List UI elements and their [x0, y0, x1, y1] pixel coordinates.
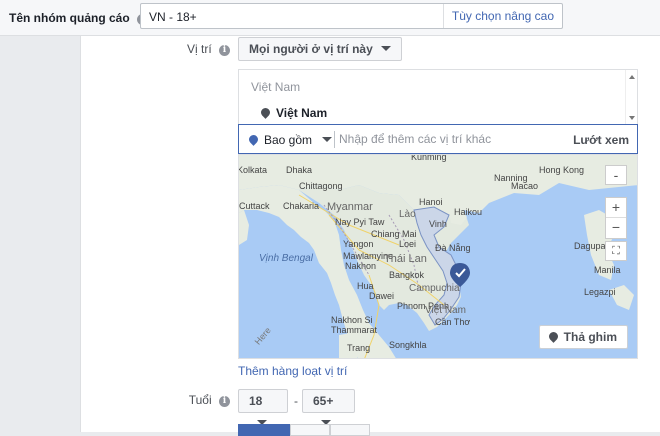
map-label: Dawei	[369, 291, 395, 301]
map-label: Cần Thơ	[435, 317, 471, 327]
drop-pin-label: Thả ghim	[563, 330, 617, 344]
map-label: Thái Lan	[384, 253, 427, 265]
map-label: Hanoi	[419, 197, 443, 207]
location-pin-icon	[247, 133, 260, 146]
map-label: Nakhon	[345, 261, 377, 271]
list-scrollbar[interactable]	[625, 70, 637, 125]
map-label: Vinh	[429, 219, 447, 229]
adset-name-label-text: Tên nhóm quảng cáo	[9, 11, 130, 25]
include-label: Bao gồm	[264, 133, 313, 147]
age-max-dropdown[interactable]: 65+	[302, 389, 355, 425]
age-label-text: Tuổi	[188, 393, 212, 407]
map-label: Việt Nam	[425, 305, 466, 316]
map-label: Myanmar	[327, 201, 373, 213]
zoom-in-button[interactable]: +	[606, 198, 626, 218]
selected-locations-list: Việt Nam Việt Nam	[238, 69, 638, 125]
age-label: Tuổi i	[150, 393, 230, 407]
gender-option-female[interactable]	[330, 424, 370, 436]
gender-option-all[interactable]	[238, 424, 290, 436]
map-label: Manila	[594, 265, 621, 275]
left-gutter	[0, 36, 80, 432]
map-label: Vịnh Bengal	[259, 253, 313, 264]
map-label: Yangon	[343, 239, 374, 249]
fit-bounds-icon[interactable]: ⛶	[605, 241, 627, 261]
location-pin-icon	[546, 330, 560, 343]
divider	[334, 131, 335, 148]
zoom-out-button[interactable]: −	[606, 218, 626, 238]
chevron-down-icon	[322, 137, 333, 142]
selected-location-item[interactable]: Việt Nam	[259, 106, 328, 120]
location-search-row: Bao gồm Lướt xem	[238, 124, 638, 154]
location-pin-icon	[259, 106, 272, 119]
map-label: Campuchia	[409, 283, 460, 294]
location-map[interactable]: Kunming Kolkata Dhaka Chittagong Cuttack…	[238, 154, 638, 359]
map-label: Legazpi	[584, 287, 616, 297]
drop-pin-button[interactable]: Thả ghim	[538, 325, 628, 349]
map-label: Haikou	[454, 207, 483, 217]
map-label: Hua	[357, 281, 374, 291]
location-search-input[interactable]	[339, 130, 564, 148]
location-country-header: Việt Nam	[251, 80, 301, 94]
map-label: Đà Nẵng	[435, 243, 471, 253]
map-label: Chittagong	[299, 181, 343, 191]
map-collapse-button[interactable]: -	[605, 165, 627, 185]
age-min-value: 18	[249, 394, 263, 408]
map-label: Hong Kong	[539, 165, 585, 175]
browse-button[interactable]: Lướt xem	[573, 133, 629, 147]
gender-option-male[interactable]	[290, 424, 330, 436]
adset-name-input[interactable]: VN - 18+ Tùy chọn nâng cao	[140, 3, 563, 29]
map-label: Nakhon Si Thammarat	[331, 315, 378, 335]
map-label: Cuttack	[239, 201, 270, 211]
location-mode-label: Mọi người ở vị trí này	[249, 42, 373, 56]
age-range-dash: -	[294, 394, 298, 408]
map-label: Dhaka	[286, 165, 313, 175]
map-label: Songkhla	[389, 340, 427, 350]
chevron-down-icon	[380, 46, 391, 51]
location-label-text: Vị trí	[186, 42, 212, 56]
selected-location-label: Việt Nam	[276, 106, 328, 120]
map-label: Nay Pyi Taw	[335, 217, 385, 227]
map-label: Kunming	[411, 154, 447, 162]
advanced-options-link[interactable]: Tùy chọn nâng cao	[442, 4, 562, 28]
age-max-value: 65+	[313, 394, 334, 408]
location-mode-dropdown[interactable]: Mọi người ở vị trí này	[238, 37, 402, 61]
map-label: Chiang Mai	[371, 229, 417, 239]
info-icon[interactable]: i	[219, 396, 230, 407]
map-label: Kolkata	[238, 165, 268, 175]
scroll-down-icon[interactable]	[629, 116, 635, 120]
age-min-dropdown[interactable]: 18	[238, 389, 288, 425]
gender-selector	[238, 424, 370, 436]
map-label: Macao	[511, 181, 539, 191]
map-label: Trang	[347, 343, 371, 353]
map-label: Loei	[399, 239, 417, 249]
adset-name-value[interactable]: VN - 18+	[149, 10, 197, 24]
info-icon[interactable]: i	[219, 45, 230, 56]
include-dropdown[interactable]: Bao gồm	[247, 133, 333, 147]
add-bulk-locations-link[interactable]: Thêm hàng loạt vị trí	[238, 364, 347, 378]
adset-name-label: Tên nhóm quảng cáo i	[9, 11, 149, 25]
zoom-controls: + −	[605, 197, 627, 239]
scroll-up-icon[interactable]	[629, 75, 635, 79]
map-label: Lào	[399, 209, 416, 220]
adset-name-row: Tên nhóm quảng cáo i VN - 18+ Tùy chọn n…	[0, 0, 660, 36]
location-label: Vị trí i	[150, 42, 230, 56]
map-label: Chakaria	[283, 201, 320, 211]
map-label: Bangkok	[389, 270, 425, 280]
